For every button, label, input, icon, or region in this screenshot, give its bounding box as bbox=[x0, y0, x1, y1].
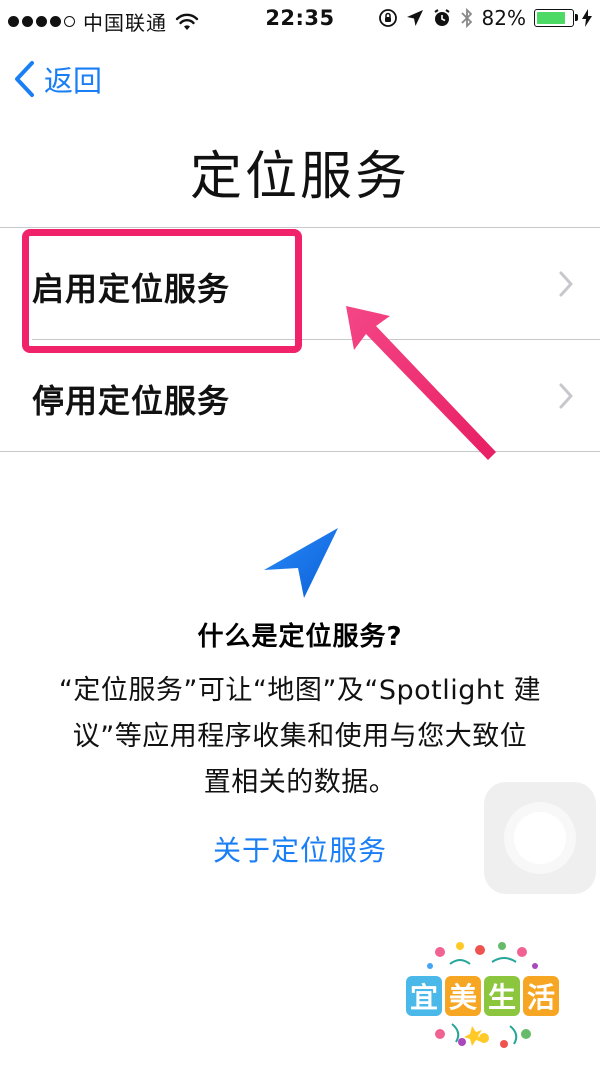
location-services-icon bbox=[264, 528, 338, 598]
divider-bottom bbox=[0, 451, 600, 452]
battery-icon bbox=[534, 9, 578, 27]
watermark-logo: 宜 美 生 活 bbox=[400, 938, 572, 1058]
highlight-box bbox=[22, 229, 302, 353]
option-label: 停用定位服务 bbox=[32, 382, 231, 420]
chevron-left-icon bbox=[15, 61, 34, 97]
page-title: 定位服务 bbox=[189, 147, 410, 207]
help-body-line: 议”等应用程序收集和使用与您大致位 bbox=[72, 721, 528, 752]
battery-percent: 82% bbox=[481, 6, 526, 30]
bluetooth-icon bbox=[460, 7, 472, 29]
location-arrow-icon bbox=[406, 10, 423, 26]
alarm-icon bbox=[433, 9, 450, 26]
rotation-lock-icon bbox=[378, 9, 397, 27]
watermark-char: 美 bbox=[445, 976, 481, 1016]
watermark-text: 宜 美 生 活 bbox=[406, 976, 559, 1016]
charging-icon bbox=[582, 9, 592, 27]
chevron-right-icon bbox=[559, 271, 573, 297]
assistive-touch-button[interactable] bbox=[484, 782, 596, 894]
watermark-char: 生 bbox=[484, 976, 520, 1016]
back-button[interactable]: 返回 bbox=[12, 58, 102, 100]
help-body: “定位服务”可让“地图”及“Spotlight 建 议”等应用程序收集和使用与您… bbox=[30, 668, 570, 806]
help-body-line: “定位服务”可让“地图”及“Spotlight 建 bbox=[58, 675, 542, 706]
status-bar: 中国联通 22:35 82% bbox=[0, 0, 600, 40]
chevron-right-icon bbox=[559, 383, 573, 409]
watermark-char: 活 bbox=[523, 976, 559, 1016]
back-label: 返回 bbox=[44, 64, 103, 98]
watermark-char: 宜 bbox=[406, 976, 442, 1016]
disable-location-services-row[interactable]: 停用定位服务 bbox=[0, 340, 600, 452]
help-heading: 什么是定位服务? bbox=[197, 622, 403, 652]
battery-fill bbox=[537, 12, 566, 24]
status-right: 82% bbox=[378, 6, 592, 30]
